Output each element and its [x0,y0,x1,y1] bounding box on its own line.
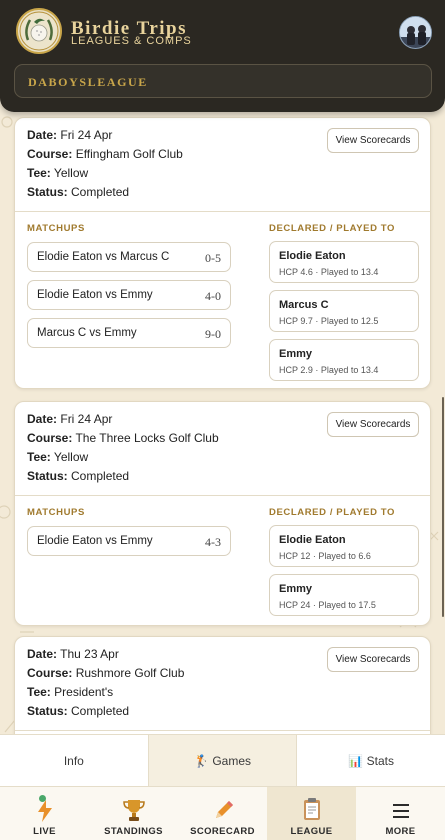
matchup-row[interactable]: Marcus C vs Emmy 9-0 [27,318,231,348]
app-header: Birdie Trips LEAGUES & COMPS DABOYSLEAGU… [0,0,445,112]
player-handicap: HCP 4.6 · Played to 13.4 [279,267,379,277]
nav-live[interactable]: LIVE [0,787,89,840]
birdie-trips-logo[interactable] [16,8,62,54]
tab-info[interactable]: Info [0,735,148,786]
matchup-names: Elodie Eaton vs Emmy [37,535,153,547]
league-selector[interactable]: DABOYSLEAGUE [14,64,432,98]
player-declared-card: Emmy HCP 2.9 · Played to 13.4 [269,339,419,381]
matchup-score: 9-0 [205,327,221,341]
golfer-icon: 🏌️ [194,754,209,768]
league-name: DABOYSLEAGUE [28,75,148,89]
round-card: Date: Thu 23 Apr Course: Rushmore Golf C… [14,636,431,734]
matchup-row[interactable]: Elodie Eaton vs Marcus C 0-5 [27,242,231,272]
nav-scorecard-label: SCORECARD [190,826,255,837]
round-details: MATCHUPS Elodie Eaton vs Marcus C 0-5 El… [15,212,430,389]
round-meta: Date: Fri 24 Apr Course: Effingham Golf … [15,118,430,211]
user-avatar[interactable] [399,16,432,49]
player-declared-card: Elodie Eaton HCP 12 · Played to 6.6 [269,525,419,567]
pencil-icon [215,801,233,818]
round-status: Status: Completed [27,704,130,718]
round-tee: Tee: Yellow [27,166,89,180]
matchup-names: Elodie Eaton vs Emmy [37,289,153,301]
round-status: Status: Completed [27,185,130,199]
nav-more-label: MORE [385,826,416,837]
round-details: MATCHUPS Elodie Eaton vs Emmy 4-3 DECLAR… [15,496,430,626]
divider [15,730,430,731]
player-name: Marcus C [279,299,329,311]
menu-icon [392,804,409,818]
nav-standings-label: STANDINGS [104,826,163,837]
matchup-names: Elodie Eaton vs Marcus C [37,251,170,263]
trophy-icon [122,800,145,821]
player-handicap: HCP 2.9 · Played to 13.4 [279,365,379,375]
tab-games[interactable]: 🏌️ Games [147,735,298,786]
matchups-heading: MATCHUPS [27,507,85,518]
bottom-navigation: LIVE STANDINGS SCORECARD LEAGUE MORE [0,786,445,840]
brand-subtitle: LEAGUES & COMPS [71,35,192,47]
nav-more[interactable]: MORE [356,787,445,840]
matchup-score: 0-5 [205,251,221,265]
round-tee: Tee: Yellow [27,450,89,464]
view-scorecards-button[interactable]: View Scorecards [327,412,419,437]
round-card: Date: Fri 24 Apr Course: The Three Locks… [14,401,431,626]
matchup-names: Marcus C vs Emmy [37,327,137,339]
matchup-score: 4-0 [205,289,221,303]
player-handicap: HCP 24 · Played to 17.5 [279,600,376,610]
declared-heading: DECLARED / PLAYED TO [269,507,396,518]
nav-live-label: LIVE [33,826,56,837]
declared-heading: DECLARED / PLAYED TO [269,223,396,234]
lightning-icon [37,800,52,822]
player-name: Elodie Eaton [279,250,346,262]
nav-league-label: LEAGUE [290,826,333,837]
player-declared-card: Emmy HCP 24 · Played to 17.5 [269,574,419,616]
games-list[interactable]: Date: Fri 24 Apr Course: Effingham Golf … [0,112,445,734]
tab-stats[interactable]: 📊 Stats [297,735,445,786]
tab-stats-label: Stats [366,754,394,768]
view-scorecards-button[interactable]: View Scorecards [327,647,419,672]
clipboard-icon [303,798,320,820]
matchup-score: 4-3 [205,535,221,549]
nav-standings[interactable]: STANDINGS [89,787,178,840]
scrollbar[interactable] [442,397,444,617]
round-meta: Date: Fri 24 Apr Course: The Three Locks… [15,402,430,495]
player-declared-card: Elodie Eaton HCP 4.6 · Played to 13.4 [269,241,419,283]
matchup-row[interactable]: Elodie Eaton vs Emmy 4-3 [27,526,231,556]
view-scorecards-button[interactable]: View Scorecards [327,128,419,153]
player-handicap: HCP 9.7 · Played to 12.5 [279,316,379,326]
matchup-row[interactable]: Elodie Eaton vs Emmy 4-0 [27,280,231,310]
player-handicap: HCP 12 · Played to 6.6 [279,551,371,561]
nav-scorecard[interactable]: SCORECARD [178,787,267,840]
round-tee: Tee: President's [27,685,114,699]
player-declared-card: Marcus C HCP 9.7 · Played to 12.5 [269,290,419,332]
player-name: Emmy [279,583,313,595]
round-status: Status: Completed [27,469,130,483]
round-meta: Date: Thu 23 Apr Course: Rushmore Golf C… [15,637,430,730]
round-card: Date: Fri 24 Apr Course: Effingham Golf … [14,117,431,389]
matchups-heading: MATCHUPS [27,223,85,234]
tab-games-label: Games [212,754,251,768]
bar-chart-icon: 📊 [348,754,364,768]
player-name: Emmy [279,348,313,360]
player-name: Elodie Eaton [279,534,346,546]
section-tabs: Info 🏌️ Games 📊 Stats [0,734,445,786]
nav-league[interactable]: LEAGUE [267,787,356,840]
tab-info-label: Info [63,754,84,768]
